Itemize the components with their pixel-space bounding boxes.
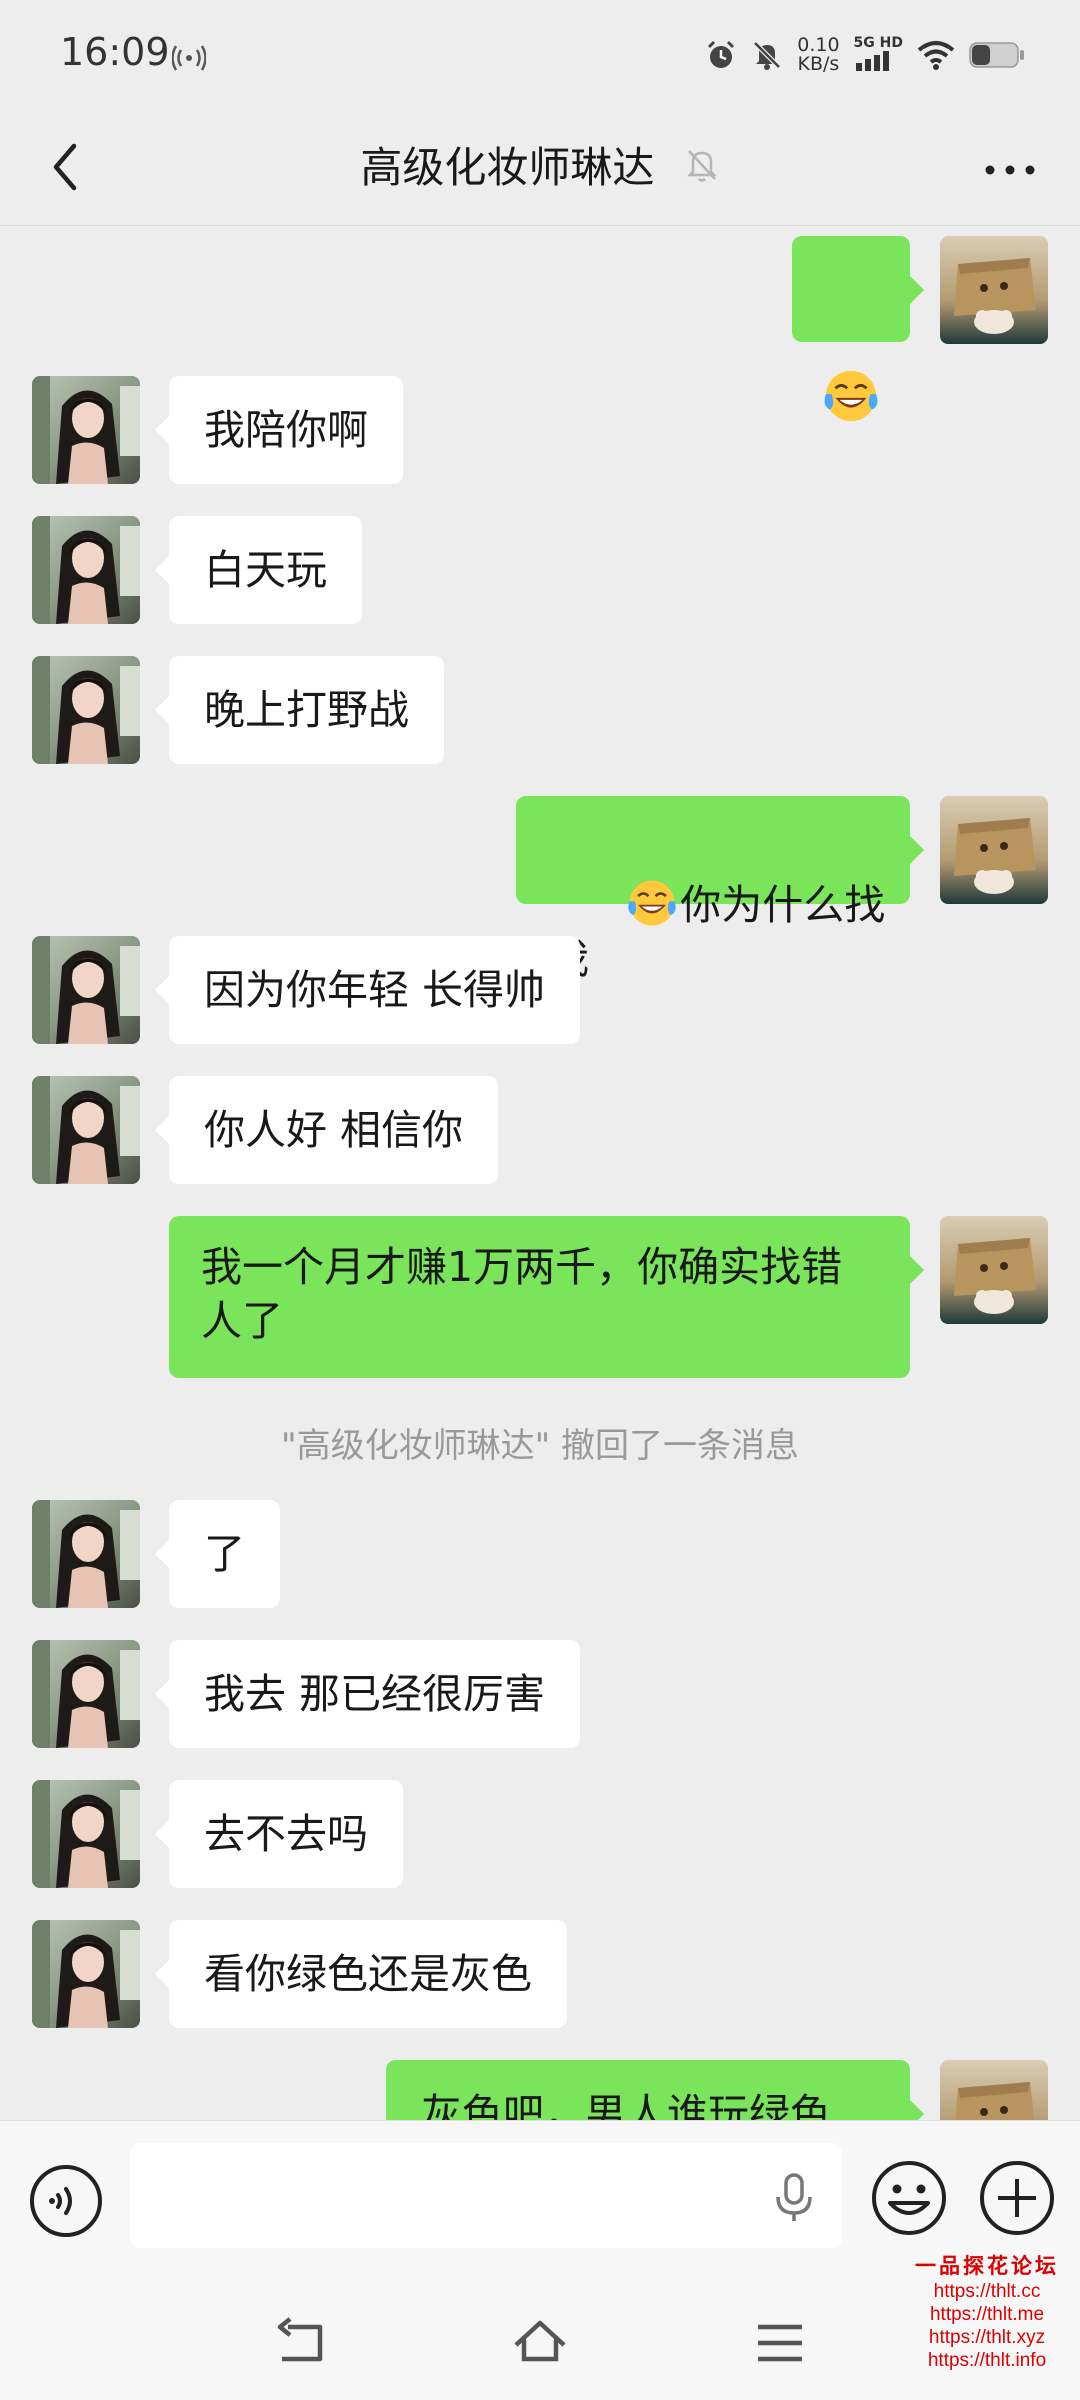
contact-avatar[interactable]: [32, 1500, 140, 1608]
emoji-icon[interactable]: [870, 2159, 948, 2237]
plus-icon[interactable]: [978, 2159, 1056, 2237]
contact-avatar[interactable]: [32, 516, 140, 624]
signal-icon: [855, 51, 889, 71]
microphone-icon[interactable]: [766, 2169, 822, 2225]
alarm-icon: [708, 40, 735, 68]
message-bubble-outgoing[interactable]: 灰色吧，男人谁玩绿色: [386, 2060, 924, 2120]
message-bubble-incoming[interactable]: 白天玩: [155, 516, 362, 624]
battery-icon: [969, 42, 1024, 68]
laughing-crying-emoji-icon: [822, 367, 880, 425]
contact-avatar[interactable]: [32, 1076, 140, 1184]
message-bubble-incoming[interactable]: 因为你年轻 长得帅: [154, 936, 581, 1044]
back-nav-icon[interactable]: [270, 2313, 330, 2373]
message-bubble-outgoing[interactable]: [792, 236, 924, 342]
radio-wave-icon: [172, 45, 206, 71]
my-avatar[interactable]: [940, 236, 1048, 344]
message-bubble-incoming[interactable]: 去不去吗: [155, 1780, 403, 1888]
network-type-label: 5G HD: [853, 35, 903, 51]
menu-nav-icon[interactable]: [750, 2313, 810, 2373]
contact-avatar[interactable]: [32, 1780, 140, 1888]
wifi-icon: [917, 41, 955, 70]
status-indicators: 0.10 KB/s 5G HD: [705, 35, 1025, 75]
message-input[interactable]: [130, 2143, 842, 2248]
message-bubble-outgoing[interactable]: 你为什么找我: [516, 796, 924, 983]
network-speed-unit: KB/s: [797, 53, 840, 75]
contact-avatar[interactable]: [32, 936, 140, 1044]
chat-header: 高级化妆师琳达: [0, 110, 1080, 226]
voice-input-icon[interactable]: [28, 2163, 104, 2239]
watermark-url: https://thlt.me: [929, 2304, 1045, 2325]
mute-bell-icon: [686, 149, 717, 182]
status-time: 16:09: [60, 30, 170, 74]
network-speed: 0.10 KB/s: [797, 36, 839, 74]
muted-bell-icon: [753, 41, 782, 70]
chat-message-list[interactable]: 我陪你啊 白天玩 晚上打野战 你为什么找我 因为你年轻 长得帅 你人好 相信你 …: [0, 226, 1080, 2120]
forum-watermark: 一品探花论坛 https://thlt.cc https://thlt.me h…: [912, 2250, 1062, 2372]
message-bubble-incoming[interactable]: 我陪你啊: [155, 376, 403, 484]
contact-avatar[interactable]: [32, 376, 140, 484]
network-type: 5G HD: [854, 35, 903, 75]
message-bubble-outgoing[interactable]: 我一个月才赚1万两千，你确实找错人了: [169, 1216, 924, 1378]
message-bubble-incoming[interactable]: 了: [155, 1500, 280, 1608]
status-bar: 16:09 0.10 KB/s 5G HD: [0, 0, 1080, 110]
contact-avatar[interactable]: [32, 1920, 140, 2028]
watermark-url: https://thlt.cc: [933, 2281, 1041, 2302]
recall-notice: "高级化妆师琳达" 撤回了一条消息: [280, 1426, 800, 1466]
message-bubble-incoming[interactable]: 晚上打野战: [155, 656, 444, 764]
my-avatar[interactable]: [940, 796, 1048, 904]
more-icon[interactable]: [980, 145, 1040, 195]
laughing-crying-emoji-icon: [626, 877, 678, 929]
message-text: 你为什么找我: [548, 881, 886, 983]
message-bubble-incoming[interactable]: 我去 那已经很厉害: [154, 1640, 581, 1748]
contact-avatar[interactable]: [32, 656, 140, 764]
message-bubble-incoming[interactable]: 看你绿色还是灰色: [155, 1920, 567, 2028]
message-bubble-incoming[interactable]: 你人好 相信你: [154, 1076, 499, 1184]
my-avatar[interactable]: [940, 1216, 1048, 1324]
my-avatar[interactable]: [940, 2060, 1048, 2120]
contact-avatar[interactable]: [32, 1640, 140, 1748]
home-nav-icon[interactable]: [510, 2313, 570, 2373]
watermark-url: https://thlt.xyz: [928, 2327, 1046, 2348]
chat-title: 高级化妆师琳达: [360, 143, 655, 192]
chat-title-wrap: 高级化妆师琳达: [0, 134, 1080, 195]
watermark-title: 一品探花论坛: [915, 2253, 1059, 2278]
watermark-url: https://thlt.info: [927, 2350, 1047, 2371]
